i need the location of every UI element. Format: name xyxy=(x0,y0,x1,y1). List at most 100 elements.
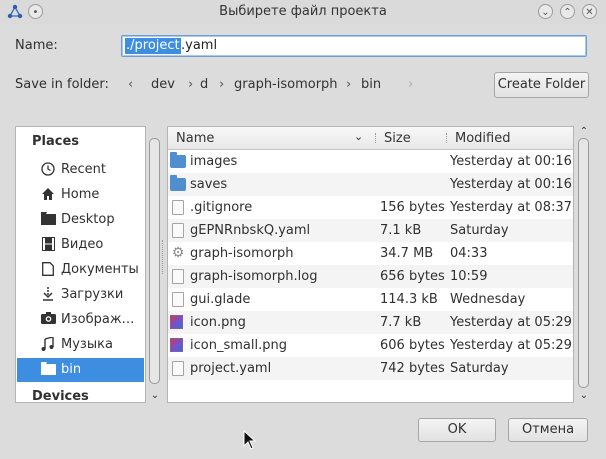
clock-icon xyxy=(40,162,56,178)
camera-icon xyxy=(40,312,56,328)
file-row[interactable]: ⚙ graph-isomorph 34.7 MB 04:33 xyxy=(168,242,573,265)
scroll-down-icon[interactable]: ⌄ xyxy=(578,390,590,401)
breadcrumb-forward-icon[interactable]: › xyxy=(408,77,413,92)
places-sidebar[interactable]: Places Recent Home Desktop Видео Докумен… xyxy=(15,126,146,403)
window-title: Выбирете файл проекта xyxy=(219,4,387,19)
ok-button[interactable]: OK xyxy=(418,418,496,442)
document-icon xyxy=(40,262,56,278)
place-label: Recent xyxy=(61,162,106,177)
sort-chevron-down-icon[interactable]: ⌄ xyxy=(354,130,363,143)
breadcrumb-separator-icon: › xyxy=(346,77,352,92)
text-file-icon xyxy=(172,292,184,307)
place-desktop[interactable]: Desktop xyxy=(17,208,144,232)
file-row[interactable]: project.yaml 742 bytes Saturday xyxy=(168,357,573,380)
place-home[interactable]: Home xyxy=(17,183,144,207)
breadcrumb-d[interactable]: d xyxy=(200,77,208,92)
file-size: 7.7 kB xyxy=(380,315,422,330)
file-name: gEPNRnbskQ.yaml xyxy=(190,223,311,238)
places-scrollbar-thumb[interactable] xyxy=(149,138,160,384)
file-size: 606 bytes xyxy=(380,338,445,353)
image-file-icon xyxy=(170,315,183,329)
film-icon xyxy=(40,237,56,253)
music-icon xyxy=(40,336,56,353)
folder-icon xyxy=(170,175,186,191)
splitter-handle[interactable] xyxy=(162,240,165,274)
place-pictures[interactable]: Изображ… xyxy=(17,308,144,332)
save-in-label: Save in folder: xyxy=(15,77,109,92)
text-file-icon xyxy=(172,269,184,284)
file-modified: Yesterday at 05:29 xyxy=(450,315,572,330)
file-row[interactable]: gEPNRnbskQ.yaml 7.1 kB Saturday xyxy=(168,219,573,242)
file-name: icon_small.png xyxy=(190,338,287,353)
maximize-button[interactable]: ⌃ xyxy=(560,4,575,19)
place-documents[interactable]: Документы xyxy=(17,258,144,282)
name-label: Name: xyxy=(15,38,58,53)
file-size: 7.1 kB xyxy=(380,223,422,238)
column-header-size[interactable]: Size xyxy=(384,131,411,146)
file-size: 34.7 MB xyxy=(380,246,434,261)
filename-selected-text: ./project xyxy=(125,38,181,54)
file-row[interactable]: gui.glade 114.3 kB Wednesday xyxy=(168,288,573,311)
place-label: Документы xyxy=(61,262,139,277)
column-header-modified[interactable]: Modified xyxy=(455,131,510,146)
text-file-icon xyxy=(172,361,184,376)
breadcrumb-back-icon[interactable]: ‹ xyxy=(128,77,133,92)
executable-gear-icon: ⚙ xyxy=(171,245,185,261)
file-modified: 10:59 xyxy=(450,269,488,284)
column-header-name[interactable]: Name xyxy=(176,131,214,146)
file-row[interactable]: graph-isomorph.log 656 bytes 10:59 xyxy=(168,265,573,288)
column-divider[interactable] xyxy=(446,133,448,143)
text-file-icon xyxy=(172,223,184,238)
file-size: 114.3 kB xyxy=(380,292,438,307)
file-row[interactable]: .gitignore 156 bytes Yesterday at 08:37 xyxy=(168,196,573,219)
breadcrumb-bin[interactable]: bin xyxy=(361,77,381,92)
file-row[interactable]: icon.png 7.7 kB Yesterday at 05:29 xyxy=(168,311,573,334)
places-scrollbar[interactable]: ⌄ xyxy=(149,126,160,403)
place-label: Home xyxy=(61,187,100,202)
devices-header: Devices xyxy=(32,389,89,403)
image-file-icon xyxy=(170,338,183,352)
file-size: 742 bytes xyxy=(380,361,445,376)
cancel-button[interactable]: Отмена xyxy=(508,418,588,442)
file-modified: 04:33 xyxy=(450,246,488,261)
place-recent[interactable]: Recent xyxy=(17,158,144,182)
file-name: images xyxy=(190,154,238,169)
download-icon xyxy=(40,287,56,303)
folder-icon xyxy=(170,152,186,168)
close-button[interactable]: ✕ xyxy=(582,4,597,19)
breadcrumb-graph-isomorph[interactable]: graph-isomorph xyxy=(234,77,338,92)
place-label: Изображ… xyxy=(61,312,135,327)
breadcrumb-separator-icon: › xyxy=(188,77,194,92)
file-size: 156 bytes xyxy=(380,200,445,215)
place-music[interactable]: Музыка xyxy=(17,333,144,357)
create-folder-button[interactable]: Create Folder xyxy=(494,72,589,98)
breadcrumb-dev[interactable]: dev xyxy=(151,77,175,92)
file-row[interactable]: saves Yesterday at 00:16 xyxy=(168,173,573,196)
mouse-pointer-icon xyxy=(243,429,257,454)
file-name: graph-isomorph.log xyxy=(190,269,318,284)
home-icon xyxy=(40,187,56,203)
filename-input[interactable]: ./project .yaml xyxy=(121,35,587,57)
scroll-up-icon[interactable]: ⌃ xyxy=(578,126,590,137)
column-divider[interactable] xyxy=(375,133,377,143)
file-list-scrollbar-thumb[interactable] xyxy=(578,138,589,388)
file-list-scrollbar[interactable]: ⌃ ⌄ xyxy=(578,126,589,403)
file-list-header: Name ⌄ Size Modified xyxy=(168,127,573,150)
breadcrumb-separator-icon: › xyxy=(219,77,225,92)
place-bin[interactable]: bin xyxy=(17,358,144,382)
file-row[interactable]: icon_small.png 606 bytes Yesterday at 05… xyxy=(168,334,573,357)
title-bar[interactable]: • Выбирете файл проекта ⌄ ⌃ ✕ xyxy=(0,0,606,24)
file-list[interactable]: Name ⌄ Size Modified images Yesterday at… xyxy=(167,126,574,403)
place-label: Загрузки xyxy=(61,287,124,302)
file-modified: Saturday xyxy=(450,223,509,238)
place-label: Desktop xyxy=(61,212,115,227)
file-name: graph-isomorph xyxy=(190,246,294,261)
minimize-button[interactable]: ⌄ xyxy=(538,4,553,19)
place-label: Музыка xyxy=(61,337,113,352)
file-name: icon.png xyxy=(190,315,246,330)
place-video[interactable]: Видео xyxy=(17,233,144,257)
file-size: 656 bytes xyxy=(380,269,445,284)
scroll-down-icon[interactable]: ⌄ xyxy=(149,390,161,401)
place-downloads[interactable]: Загрузки xyxy=(17,283,144,307)
file-row[interactable]: images Yesterday at 00:16 xyxy=(168,150,573,173)
